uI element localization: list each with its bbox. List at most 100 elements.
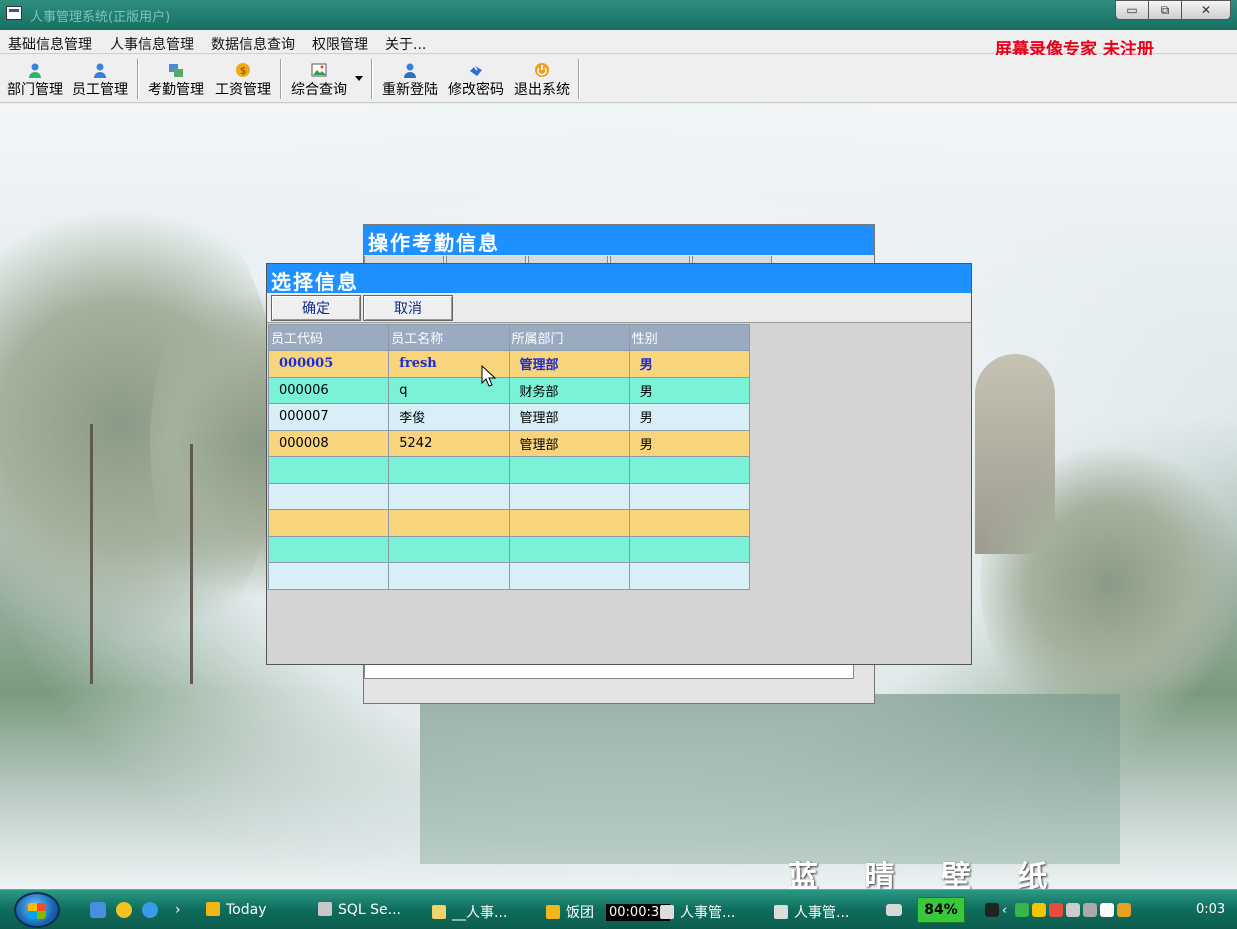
task-button[interactable]: 饭团 — [546, 902, 594, 922]
employee-grid: 员工代码 员工名称 所属部门 性别 000005 fresh 管理部 男 000… — [267, 324, 751, 590]
cell[interactable]: 5242 — [388, 429, 510, 457]
chevron-down-icon[interactable] — [355, 76, 363, 81]
cell[interactable]: 男 — [628, 350, 751, 378]
person-icon — [29, 63, 41, 78]
tray-app-icon[interactable] — [1100, 903, 1114, 917]
attendance-icon — [169, 64, 183, 77]
menu-personnel-info[interactable]: 人事信息管理 — [110, 34, 194, 54]
task-button[interactable]: Today — [206, 902, 267, 918]
volume-icon[interactable] — [1083, 903, 1097, 917]
dialog-button-bar: 确定 取消 — [267, 293, 971, 323]
cell[interactable]: 管理部 — [508, 429, 630, 457]
toolbar-label: 综合查询 — [291, 82, 347, 98]
column-header[interactable]: 性别 — [628, 324, 751, 351]
app-icon — [774, 905, 788, 919]
dept-manage-button[interactable]: 部门管理 — [5, 60, 65, 100]
battery-indicator[interactable]: 84% — [917, 897, 965, 923]
tray-expand-icon[interactable]: ‹ — [1002, 903, 1012, 918]
cell[interactable]: 男 — [628, 376, 751, 404]
menu-data-query[interactable]: 数据信息查询 — [211, 34, 295, 54]
qq-icon[interactable] — [1032, 903, 1046, 917]
mouse-cursor-icon — [481, 365, 497, 387]
empty-row — [267, 456, 751, 484]
attendance-manage-button[interactable]: 考勤管理 — [146, 60, 206, 100]
ok-button[interactable]: 确定 — [271, 295, 361, 321]
menu-basic-info[interactable]: 基础信息管理 — [8, 34, 92, 54]
close-button[interactable]: ✕ — [1181, 0, 1231, 20]
cell[interactable]: 管理部 — [508, 403, 630, 431]
general-query-button[interactable]: 综合查询 — [288, 60, 350, 100]
wallpaper-trunk — [90, 424, 93, 684]
user-login-icon — [404, 63, 416, 78]
task-button[interactable]: 人事管... — [660, 902, 735, 922]
salary-manage-button[interactable]: $ 工资管理 — [213, 60, 273, 100]
table-row[interactable]: 000008 5242 管理部 男 — [267, 429, 751, 457]
toolbar-label: 员工管理 — [72, 82, 128, 98]
cell[interactable]: 000005 — [267, 350, 390, 378]
menu-permissions[interactable]: 权限管理 — [312, 34, 368, 54]
task-button[interactable]: 人事管... — [774, 902, 849, 922]
select-info-dialog: 选择信息 确定 取消 员工代码 员工名称 所属部门 性别 000005 fres… — [266, 263, 972, 665]
column-header[interactable]: 所属部门 — [508, 324, 630, 351]
minimize-button[interactable]: ▭ — [1115, 0, 1149, 20]
cell[interactable]: 000006 — [267, 376, 390, 404]
task-label: 饭团 — [566, 905, 594, 921]
staff-manage-button[interactable]: 员工管理 — [70, 60, 130, 100]
wallpaper-watermark: 蓝 晴 壁 纸 — [788, 860, 1066, 889]
sql-icon — [318, 902, 332, 916]
task-button[interactable]: __人事... — [432, 902, 507, 922]
svg-text:$: $ — [240, 66, 246, 77]
ie-icon[interactable] — [142, 902, 158, 918]
wallpaper-trunk — [190, 444, 193, 684]
toolbar-separator — [371, 59, 373, 99]
quicklaunch-chevron-icon[interactable]: › — [175, 902, 181, 918]
table-row[interactable]: 000006 q 财务部 男 — [267, 376, 751, 404]
qq-icon[interactable] — [1049, 903, 1063, 917]
cell[interactable]: 李俊 — [388, 403, 510, 431]
cell[interactable]: 男 — [628, 429, 751, 457]
window-title: 人事管理系统(正版用户) — [30, 10, 171, 25]
tray-app-icon[interactable] — [1015, 903, 1029, 917]
toolbar-separator — [280, 59, 282, 99]
column-header[interactable]: 员工名称 — [388, 324, 510, 351]
restore-button[interactable]: ⧉ — [1148, 0, 1182, 20]
table-row[interactable]: 000007 李俊 管理部 男 — [267, 403, 751, 431]
toolbar-label: 考勤管理 — [148, 82, 204, 98]
keyboard-icon[interactable] — [886, 904, 902, 916]
task-button[interactable]: SQL Se... — [318, 902, 401, 918]
toolbar: 部门管理 员工管理 考勤管理 $ 工资管理 综合查询 重新登陆 修改密码 退出系… — [0, 55, 1237, 103]
cell[interactable]: 财务部 — [508, 376, 630, 404]
power-icon — [535, 63, 549, 77]
table-row[interactable]: 000005 fresh 管理部 男 — [267, 350, 751, 378]
column-header[interactable]: 员工代码 — [267, 324, 390, 351]
security-shield-icon[interactable] — [1117, 903, 1131, 917]
show-desktop-icon[interactable] — [90, 902, 106, 918]
cell[interactable]: 000008 — [267, 429, 390, 457]
toolbar-separator — [137, 59, 139, 99]
toolbar-label: 部门管理 — [7, 82, 63, 98]
task-label: SQL Se... — [338, 902, 402, 918]
app-icon — [546, 905, 560, 919]
empty-row — [267, 509, 751, 537]
app-icon[interactable] — [6, 6, 22, 20]
folder-icon — [432, 905, 446, 919]
start-button[interactable] — [14, 892, 60, 928]
exit-system-button[interactable]: 退出系统 — [512, 60, 572, 100]
attendance-grid-row — [364, 663, 854, 679]
task-label: 人事管... — [794, 905, 850, 921]
network-icon[interactable] — [1066, 903, 1080, 917]
browser-icon[interactable] — [116, 902, 132, 918]
cancel-button[interactable]: 取消 — [363, 295, 453, 321]
grid-header: 员工代码 员工名称 所属部门 性别 — [267, 324, 751, 351]
clock[interactable]: 0:03 — [1196, 902, 1225, 917]
cell[interactable]: 000007 — [267, 403, 390, 431]
cell[interactable]: 管理部 — [508, 350, 630, 378]
task-label: 人事管... — [680, 905, 736, 921]
cell[interactable]: 男 — [628, 403, 751, 431]
change-password-button[interactable]: 修改密码 — [446, 60, 506, 100]
relogin-button[interactable]: 重新登陆 — [380, 60, 440, 100]
menu-about[interactable]: 关于... — [385, 34, 426, 54]
taskbar: › Today SQL Se... __人事... 饭团 00:00:37 人事… — [0, 889, 1237, 929]
system-tray: ‹ — [985, 900, 1134, 920]
power-plug-icon[interactable] — [985, 903, 999, 917]
